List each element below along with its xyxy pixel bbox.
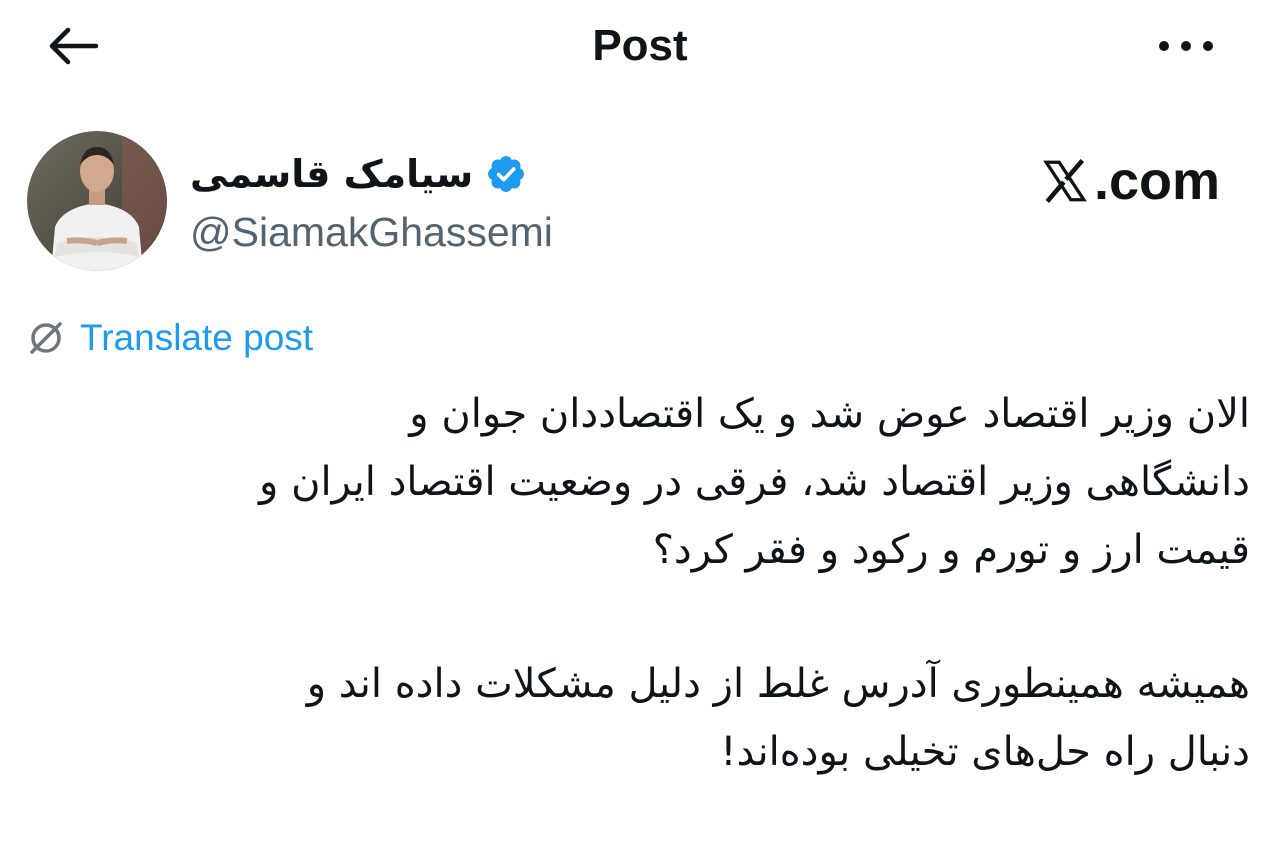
post-text-line: قیمت ارز و تورم و رکود و فقر کرد؟ — [652, 527, 1250, 573]
more-options-button[interactable] — [1148, 22, 1224, 70]
top-bar: Post — [0, 0, 1280, 92]
avatar[interactable] — [27, 131, 167, 271]
author-handle[interactable]: @SiamakGhassemi — [190, 205, 553, 259]
watermark-text: .com — [1094, 151, 1221, 211]
x-logo-icon — [1043, 159, 1087, 203]
author-name-row: سیامک قاسمی — [190, 146, 527, 202]
post-text-line: همیشه همینطوری آدرس غلط از دلیل مشکلات د… — [306, 661, 1250, 707]
translate-post-link[interactable]: Translate post — [26, 312, 313, 364]
verified-badge-icon — [488, 156, 525, 192]
post-text-line: دنبال راه حل‌های تخیلی بوده‌اند! — [720, 729, 1250, 775]
translate-icon — [30, 322, 62, 354]
post-text: الان وزیر اقتصاد عوض شد و یک اقتصاددان ج… — [20, 380, 1250, 786]
page-title: Post — [592, 21, 688, 70]
watermark: .com — [1040, 148, 1220, 214]
arrow-left-icon — [49, 27, 99, 65]
post-text-line: الان وزیر اقتصاد عوض شد و یک اقتصاددان ج… — [409, 391, 1250, 437]
profile-photo — [27, 131, 167, 271]
translate-label: Translate post — [80, 317, 314, 358]
ellipsis-icon — [1159, 41, 1213, 51]
back-button[interactable] — [40, 20, 104, 72]
author-name[interactable]: سیامک قاسمی — [190, 146, 473, 202]
post-text-line: دانشگاهی وزیر اقتصاد شد، فرقی در وضعیت ا… — [259, 459, 1250, 505]
